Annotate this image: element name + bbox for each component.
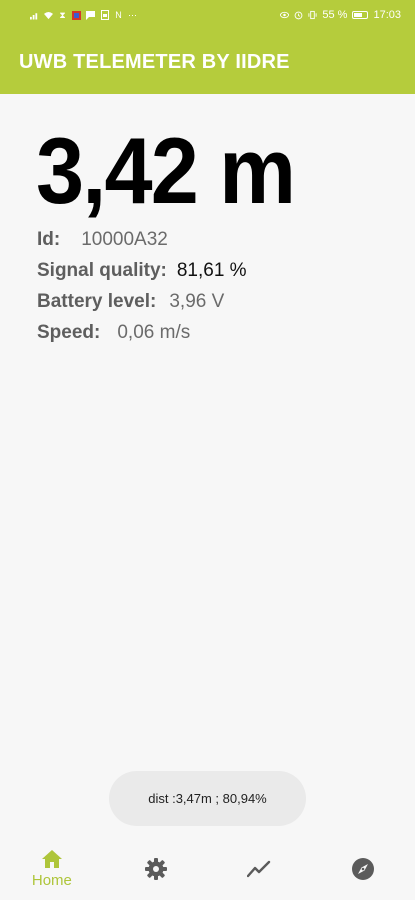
telemetry-details: Id: 10000A32 Signal quality: 81,61 % Bat…	[37, 224, 247, 348]
nav-compass[interactable]	[311, 838, 415, 900]
app-icon	[72, 10, 81, 20]
speed-value: 0,06 m/s	[117, 321, 191, 343]
app-title: UWB TELEMETER BY IIDRE	[19, 50, 290, 73]
eye-icon	[280, 10, 290, 20]
battery-percent: 55 %	[322, 9, 348, 21]
settings-icon	[144, 857, 168, 881]
id-label: Id:	[37, 228, 61, 250]
speed-label: Speed:	[37, 321, 101, 343]
battery-level-value: 3,96 V	[169, 290, 225, 312]
home-icon	[41, 849, 63, 869]
signal-quality-label: Signal quality:	[37, 259, 167, 281]
nav-home[interactable]: Home	[0, 838, 104, 900]
alarm-icon	[294, 10, 303, 20]
sim-icon	[100, 10, 109, 20]
compass-icon	[351, 857, 375, 881]
app-bar: UWB TELEMETER BY IIDRE	[0, 30, 415, 94]
n-icon: N	[115, 10, 122, 20]
bottom-navigation: Home	[0, 838, 415, 900]
status-bar: ⧗ N ⋯ 55 % 17:03	[0, 0, 415, 30]
wifi-icon	[44, 10, 53, 20]
nav-chart[interactable]	[208, 838, 312, 900]
status-icons-left: ⧗ N ⋯	[30, 10, 137, 20]
clock: 17:03	[373, 9, 401, 21]
hourglass-icon: ⧗	[59, 10, 66, 20]
message-icon	[86, 10, 95, 20]
nav-settings[interactable]	[104, 838, 208, 900]
id-value: 10000A32	[81, 228, 168, 250]
id-row: Id: 10000A32	[37, 224, 247, 255]
toast-text: dist :3,47m ; 80,94%	[148, 791, 267, 806]
speed-row: Speed: 0,06 m/s	[37, 317, 247, 348]
battery-level-row: Battery level: 3,96 V	[37, 286, 247, 317]
vibrate-icon	[308, 10, 317, 20]
more-icon: ⋯	[128, 10, 137, 20]
signal-quality-row: Signal quality: 81,61 %	[37, 255, 247, 286]
nav-home-label: Home	[31, 872, 72, 889]
distance-value: 3,42 m	[36, 118, 296, 223]
battery-level-label: Battery level:	[37, 290, 157, 312]
signal-icon	[30, 10, 39, 20]
battery-icon	[352, 11, 369, 19]
signal-quality-value: 81,61 %	[176, 259, 247, 281]
status-icons-right: 55 % 17:03	[280, 9, 401, 21]
toast-message: dist :3,47m ; 80,94%	[109, 771, 306, 826]
chart-icon	[247, 860, 271, 878]
